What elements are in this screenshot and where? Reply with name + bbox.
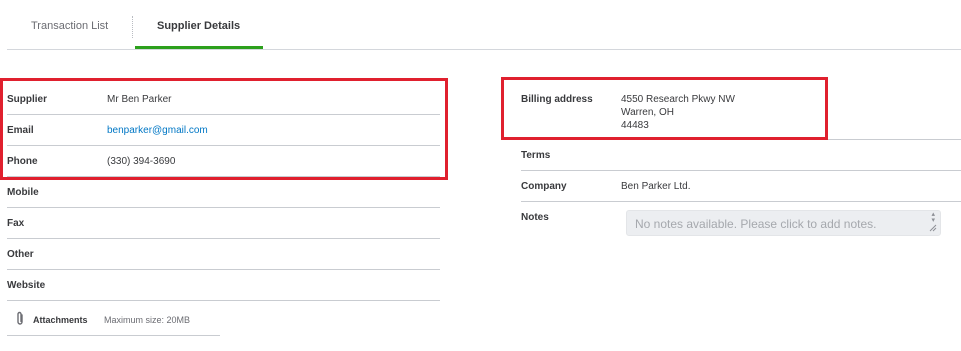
notes-label: Notes bbox=[521, 212, 549, 223]
other-label: Other bbox=[7, 249, 34, 260]
website-label: Website bbox=[7, 280, 46, 291]
highlight-box-contact-info bbox=[0, 78, 448, 180]
attachments-label: Attachments bbox=[33, 315, 88, 325]
highlight-box-billing-address bbox=[501, 77, 828, 140]
detail-row-mobile: Mobile bbox=[7, 177, 440, 208]
detail-row-website: Website bbox=[7, 270, 440, 301]
attachments-size-hint: Maximum size: 20MB bbox=[104, 315, 191, 325]
company-value: Ben Parker Ltd. bbox=[621, 181, 691, 192]
terms-label: Terms bbox=[521, 150, 551, 161]
detail-row-terms: Terms bbox=[521, 140, 961, 171]
notes-textarea[interactable]: No notes available. Please click to add … bbox=[626, 210, 941, 236]
tab-transaction-list[interactable]: Transaction List bbox=[31, 20, 108, 32]
detail-row-fax: Fax bbox=[7, 208, 440, 239]
tab-divider bbox=[132, 16, 133, 38]
active-tab-indicator bbox=[135, 46, 263, 49]
company-label: Company bbox=[521, 181, 567, 192]
tab-bar: Transaction List Supplier Details bbox=[7, 0, 961, 50]
paperclip-icon bbox=[17, 311, 23, 325]
notes-placeholder: No notes available. Please click to add … bbox=[635, 217, 877, 231]
tab-supplier-details[interactable]: Supplier Details bbox=[157, 20, 240, 32]
mobile-label: Mobile bbox=[7, 187, 39, 198]
detail-row-company: Company Ben Parker Ltd. bbox=[521, 171, 961, 202]
detail-row-other: Other bbox=[7, 239, 440, 270]
attachments-row[interactable]: Attachments Maximum size: 20MB bbox=[7, 307, 220, 336]
fax-label: Fax bbox=[7, 218, 25, 229]
resize-grip-icon[interactable] bbox=[928, 223, 937, 232]
